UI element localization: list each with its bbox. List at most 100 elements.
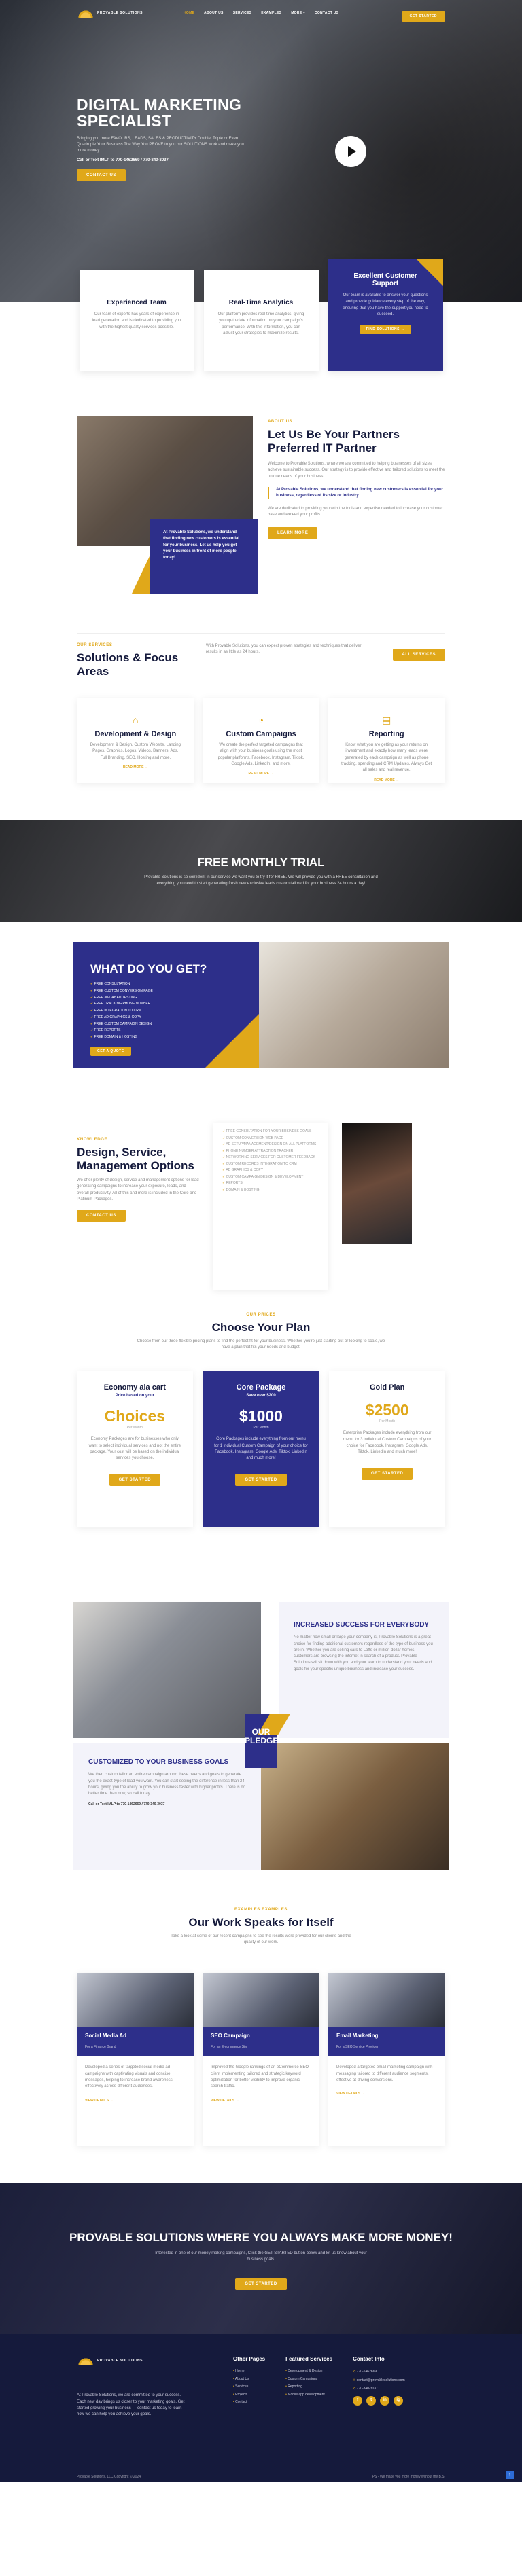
footer-about: At Provable Solutions, we are committed … bbox=[77, 2393, 185, 2417]
plan-price: Choices bbox=[104, 1407, 166, 1426]
work-card: SEO Campaign For an E-commerce Site Impro… bbox=[203, 1973, 319, 2147]
footer-link-about[interactable]: About Us bbox=[233, 2376, 265, 2384]
footer-link-service[interactable]: Custom Campaigns bbox=[285, 2376, 332, 2384]
site-logo[interactable]: PROVABLE SOLUTIONS bbox=[77, 8, 143, 18]
design-options-list: FREE CONSULTATION FOR YOUR BUSINESS GOAL… bbox=[213, 1123, 328, 1290]
plan-get-started-button[interactable]: GET STARTED bbox=[235, 1474, 287, 1487]
about-quote: At Provable Solutions, we understand tha… bbox=[132, 519, 258, 594]
list-item: FREE CONSULTATION FOR YOUR BUSINESS GOAL… bbox=[222, 1129, 319, 1135]
pledge-box-text: No matter how small or large your compan… bbox=[294, 1635, 433, 1671]
footer-logo[interactable]: PROVABLE SOLUTIONS bbox=[77, 2356, 186, 2366]
footer-link-projects[interactable]: Projects bbox=[233, 2391, 265, 2399]
scroll-to-top-button[interactable]: ↑ bbox=[506, 2471, 514, 2480]
plan-price: $2500 bbox=[365, 1401, 409, 1419]
office-video[interactable] bbox=[73, 1602, 261, 1739]
work-card: Social Media Ad For a Finance Brand Devel… bbox=[77, 1973, 194, 2147]
pricing-title: Choose Your Plan bbox=[211, 1321, 311, 1335]
view-details-link[interactable]: VIEW DETAILS → bbox=[328, 2084, 445, 2104]
list-item: PHONE NUMBER ATTRACTION TRACKER bbox=[222, 1149, 319, 1155]
cta-get-started-button[interactable]: GET STARTED bbox=[235, 2277, 287, 2290]
services-eyebrow: OUR SERVICES bbox=[77, 643, 113, 647]
learn-more-button[interactable]: LEARN MORE bbox=[268, 526, 318, 539]
about-title: Let Us Be Your Partners Preferred IT Par… bbox=[268, 428, 400, 454]
view-details-link[interactable]: VIEW DETAILS → bbox=[77, 2090, 194, 2111]
service-text: We create the perfect targeted campaigns… bbox=[218, 743, 304, 766]
nav-link-more[interactable]: MORE ▾ bbox=[291, 11, 305, 15]
read-more-link[interactable]: READ MORE → bbox=[89, 765, 182, 769]
nav-link-contact[interactable]: CONTACT US bbox=[315, 11, 338, 15]
footer-link-service[interactable]: Development & Design bbox=[285, 2368, 332, 2376]
hero-contact-button[interactable]: CONTACT US bbox=[77, 169, 126, 182]
twitter-icon[interactable]: t bbox=[366, 2395, 377, 2406]
campaign-icon: ◔ bbox=[258, 714, 264, 726]
get-quote-button[interactable]: GET A QUOTE bbox=[90, 1046, 131, 1056]
footer-phone[interactable]: ✆ 770-1462669 bbox=[353, 2368, 405, 2376]
design-icon: ⌂ bbox=[133, 714, 139, 726]
list-item: FREE TRACKING PHONE NUMBER bbox=[90, 1001, 242, 1008]
view-details-link[interactable]: VIEW DETAILS → bbox=[203, 2090, 319, 2111]
service-text: Know what you are getting as your return… bbox=[341, 743, 432, 773]
design-contact-button[interactable]: CONTACT US bbox=[77, 1210, 126, 1222]
design-title: Design, Service, Management Options bbox=[77, 1146, 194, 1172]
footer-col-title: Featured Services bbox=[285, 2356, 333, 2363]
feature-title: Experienced Team bbox=[107, 299, 167, 306]
footer-bottom: Provable Solutions, LLC Copyright © 2024… bbox=[77, 2469, 445, 2479]
about-text-2: We are dedicated to providing you with t… bbox=[268, 506, 443, 518]
free-trial-banner: FREE MONTHLY TRIAL Provable Solutions is… bbox=[0, 820, 522, 922]
list-item: FREE AD GRAPHICS & COPY bbox=[90, 1015, 242, 1021]
pledge-badge: OUR PLEDGE bbox=[245, 1714, 278, 1769]
writing-video[interactable] bbox=[261, 1743, 449, 1871]
play-video-button[interactable] bbox=[335, 136, 366, 167]
plan-get-started-button[interactable]: GET STARTED bbox=[109, 1474, 161, 1487]
pricing-eyebrow: OUR PRICES bbox=[246, 1313, 276, 1318]
work-lead: Take a look at some of our recent campai… bbox=[171, 1934, 351, 1945]
footer-email[interactable]: ✉ contact@provablesolutions.com bbox=[353, 2376, 405, 2385]
nav-link-about[interactable]: ABOUT US bbox=[204, 11, 224, 15]
service-cards: ⌂ Development & Design Development & Des… bbox=[77, 698, 446, 784]
all-services-button[interactable]: ALL SERVICES bbox=[392, 649, 445, 661]
read-more-link[interactable]: READ MORE → bbox=[340, 778, 433, 782]
footer-link-contact[interactable]: Contact bbox=[233, 2399, 265, 2407]
pledge-section: INCREASED SUCCESS FOR EVERYBODY No matte… bbox=[73, 1602, 449, 1871]
services-header: OUR SERVICES Solutions & Focus Areas Wit… bbox=[77, 633, 445, 678]
plan-get-started-button[interactable]: GET STARTED bbox=[361, 1468, 413, 1481]
about-image-block: At Provable Solutions, we understand tha… bbox=[77, 416, 258, 594]
hero-call-text: Call or Text IMLP to 770-1462669 / 770-3… bbox=[77, 158, 169, 163]
about-text: Welcome to Provable Solutions, where we … bbox=[268, 462, 445, 479]
footer-link-services[interactable]: Services bbox=[233, 2383, 265, 2391]
nav-get-started-button[interactable]: GET STARTED bbox=[401, 11, 445, 22]
feature-card: Experienced Team Our team of experts has… bbox=[79, 270, 194, 371]
work-card-sub: For a SEO Service Provider bbox=[336, 2045, 379, 2050]
cta-title: PROVABLE SOLUTIONS WHERE YOU ALWAYS MAKE… bbox=[69, 2231, 453, 2245]
list-item: CUSTOM RECORDS INTEGRATION TO CRM bbox=[222, 1162, 319, 1167]
list-item: AD SETUP/MANAGEMENT/DESIGN ON ALL PLATFO… bbox=[222, 1142, 319, 1148]
about-eyebrow: ABOUT US bbox=[268, 420, 293, 424]
instagram-icon[interactable]: ig bbox=[394, 2395, 404, 2406]
work-card-text: Improved the Google rankings of an eComm… bbox=[211, 2065, 309, 2089]
facebook-icon[interactable]: f bbox=[353, 2395, 363, 2406]
nav-link-home[interactable]: HOME bbox=[184, 11, 194, 15]
report-icon: ▤ bbox=[382, 714, 392, 726]
nav-link-examples[interactable]: EXAMPLES bbox=[261, 11, 281, 15]
trial-text: Provable Solutions is so confident in ou… bbox=[144, 875, 378, 886]
service-text: Development & Design, Custom Website, La… bbox=[90, 743, 181, 760]
what-list: FREE CONSULTATION FREE CUSTOM CONVERSION… bbox=[90, 981, 242, 1041]
about-body: ABOUT US Let Us Be Your Partners Preferr… bbox=[268, 416, 445, 589]
footer-pages: Other Pages Home About Us Services Proje… bbox=[233, 2356, 265, 2482]
arrow-up-icon: ↑ bbox=[508, 2472, 511, 2478]
footer-link-home[interactable]: Home bbox=[233, 2368, 265, 2376]
play-icon bbox=[348, 146, 356, 157]
nav-link-services[interactable]: SERVICES bbox=[233, 11, 252, 15]
pledge-box: CUSTOMIZED TO YOUR BUSINESS GOALS We the… bbox=[73, 1743, 261, 1871]
footer-phone-2[interactable]: ✆ 770-340-3037 bbox=[353, 2384, 405, 2393]
linkedin-icon[interactable]: in bbox=[380, 2395, 390, 2406]
work-card-title: Social Media Ad bbox=[85, 2033, 127, 2039]
footer-link-service[interactable]: Reporting bbox=[285, 2383, 332, 2391]
find-solutions-button[interactable]: FIND SOLUTIONS → bbox=[359, 325, 412, 335]
read-more-link[interactable]: READ MORE → bbox=[215, 772, 308, 776]
work-cards: Social Media Ad For a Finance Brand Devel… bbox=[77, 1973, 445, 2147]
service-card: ⌂ Development & Design Development & Des… bbox=[77, 698, 194, 784]
list-item: FREE DOMAIN & HOSTING bbox=[90, 1034, 242, 1041]
footer-link-service[interactable]: Mobile app development bbox=[285, 2391, 332, 2399]
work-card-text: Developed a series of targeted social me… bbox=[85, 2065, 173, 2089]
